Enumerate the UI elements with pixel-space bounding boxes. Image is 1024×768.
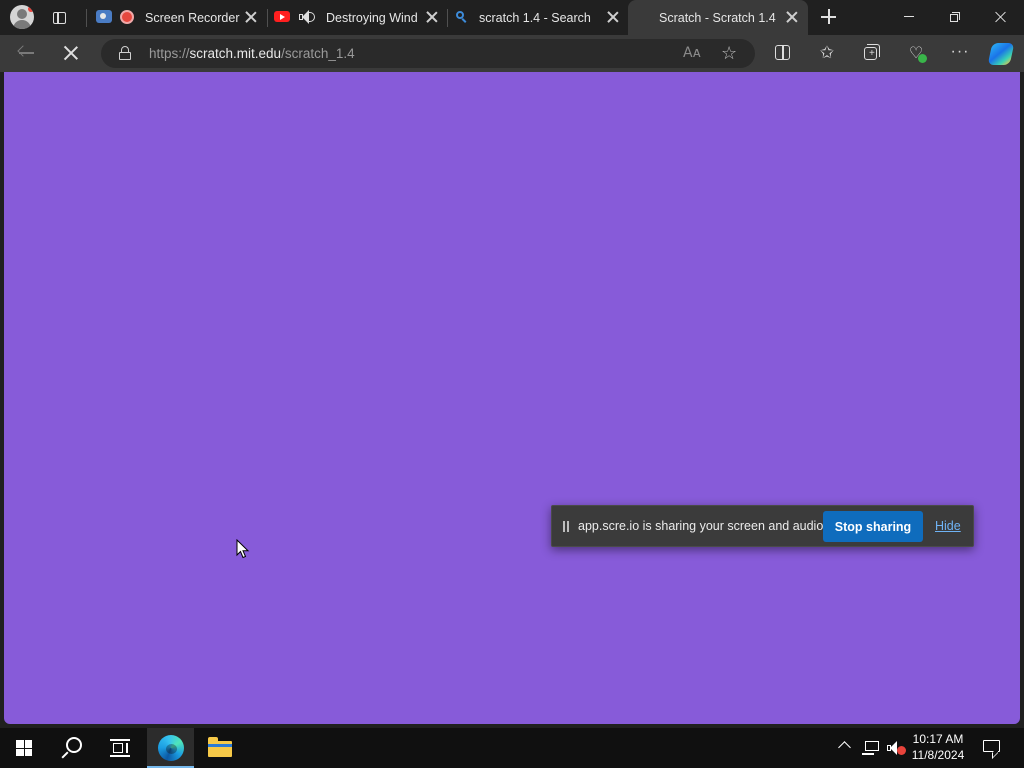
stop-loading-icon[interactable] xyxy=(61,43,81,63)
url-host: scratch.mit.edu xyxy=(189,46,282,61)
url-path: /scratch_1.4 xyxy=(281,46,355,61)
tab-title: Screen Recorder xyxy=(145,10,240,25)
browser-essentials-icon[interactable]: ♡ xyxy=(904,41,928,65)
drag-handle-icon[interactable] xyxy=(563,521,569,533)
tab-title: Scratch - Scratch 1.4 xyxy=(659,10,776,25)
file-explorer-icon[interactable] xyxy=(208,737,232,757)
search-icon[interactable] xyxy=(61,737,84,759)
lock-icon[interactable] xyxy=(119,46,131,60)
new-tab-icon[interactable] xyxy=(818,6,840,28)
audio-playing-icon[interactable] xyxy=(298,9,316,25)
clock-time: 10:17 AM xyxy=(912,732,964,746)
system-clock[interactable]: 10:17 AM 11/8/2024 xyxy=(907,731,969,763)
camera-app-icon xyxy=(96,10,112,23)
page-content[interactable] xyxy=(4,72,1020,724)
tab-actions-icon[interactable] xyxy=(48,7,70,29)
hide-link[interactable]: Hide xyxy=(935,519,961,533)
browser-toolbar: https://scratch.mit.edu/scratch_1.4 Aᴀ ☆… xyxy=(0,35,1024,72)
tab-close-icon[interactable] xyxy=(426,11,438,23)
record-icon xyxy=(120,10,134,24)
url-protocol: https:// xyxy=(149,46,190,61)
read-aloud-icon[interactable]: Aᴀ xyxy=(683,45,701,61)
more-options-icon[interactable]: ··· xyxy=(948,41,972,65)
profile-avatar-icon[interactable] xyxy=(10,5,34,29)
clock-date: 11/8/2024 xyxy=(911,748,965,762)
taskbar: 10:17 AM 11/8/2024 xyxy=(0,728,1024,768)
network-icon[interactable] xyxy=(862,740,880,756)
tab-title: Destroying Windo xyxy=(326,10,418,25)
edge-icon[interactable] xyxy=(158,735,184,761)
bing-search-icon xyxy=(456,11,467,23)
tab-separator xyxy=(267,9,268,27)
task-view-icon[interactable] xyxy=(110,739,130,757)
tab-title: scratch 1.4 - Search xyxy=(479,10,591,25)
stop-sharing-button[interactable]: Stop sharing xyxy=(823,511,923,542)
start-icon[interactable] xyxy=(16,740,32,756)
collections-icon[interactable]: + xyxy=(860,41,884,65)
tab-close-icon[interactable] xyxy=(607,11,619,23)
copilot-icon[interactable] xyxy=(987,41,1015,65)
tab-separator xyxy=(86,9,87,27)
url-text[interactable]: https://scratch.mit.edu/scratch_1.4 xyxy=(149,46,355,61)
tab-scratch-search[interactable]: scratch 1.4 - Search xyxy=(479,0,627,35)
browser-window: Screen Recorder Destroying Windo scratch… xyxy=(0,0,1024,728)
close-window-icon[interactable] xyxy=(978,0,1024,33)
volume-muted-icon[interactable] xyxy=(886,740,906,757)
address-bar[interactable]: https://scratch.mit.edu/scratch_1.4 Aᴀ ☆ xyxy=(101,39,755,68)
show-hidden-icons-icon[interactable] xyxy=(838,741,851,754)
favorites-icon[interactable]: ✩ xyxy=(815,41,839,65)
screen-share-banner: app.scre.io is sharing your screen and a… xyxy=(551,505,974,547)
tab-scratch-1-4[interactable]: Scratch - Scratch 1.4 xyxy=(628,0,808,35)
share-message: app.scre.io is sharing your screen and a… xyxy=(578,519,827,533)
minimize-icon[interactable] xyxy=(886,0,932,33)
tab-close-icon[interactable] xyxy=(245,11,257,23)
tab-destroying-windows[interactable]: Destroying Windo xyxy=(326,0,446,35)
tab-strip: Screen Recorder Destroying Windo scratch… xyxy=(0,0,1024,35)
notifications-icon[interactable] xyxy=(983,740,1000,759)
tab-screen-recorder[interactable]: Screen Recorder xyxy=(145,0,267,35)
add-favorite-icon[interactable]: ☆ xyxy=(721,43,737,64)
tab-separator xyxy=(447,9,448,27)
back-icon[interactable] xyxy=(16,43,38,63)
tab-close-icon[interactable] xyxy=(786,11,798,23)
split-screen-icon[interactable] xyxy=(771,41,795,65)
mouse-cursor-icon xyxy=(236,539,250,559)
restore-icon[interactable] xyxy=(932,0,978,33)
youtube-icon xyxy=(274,11,290,22)
